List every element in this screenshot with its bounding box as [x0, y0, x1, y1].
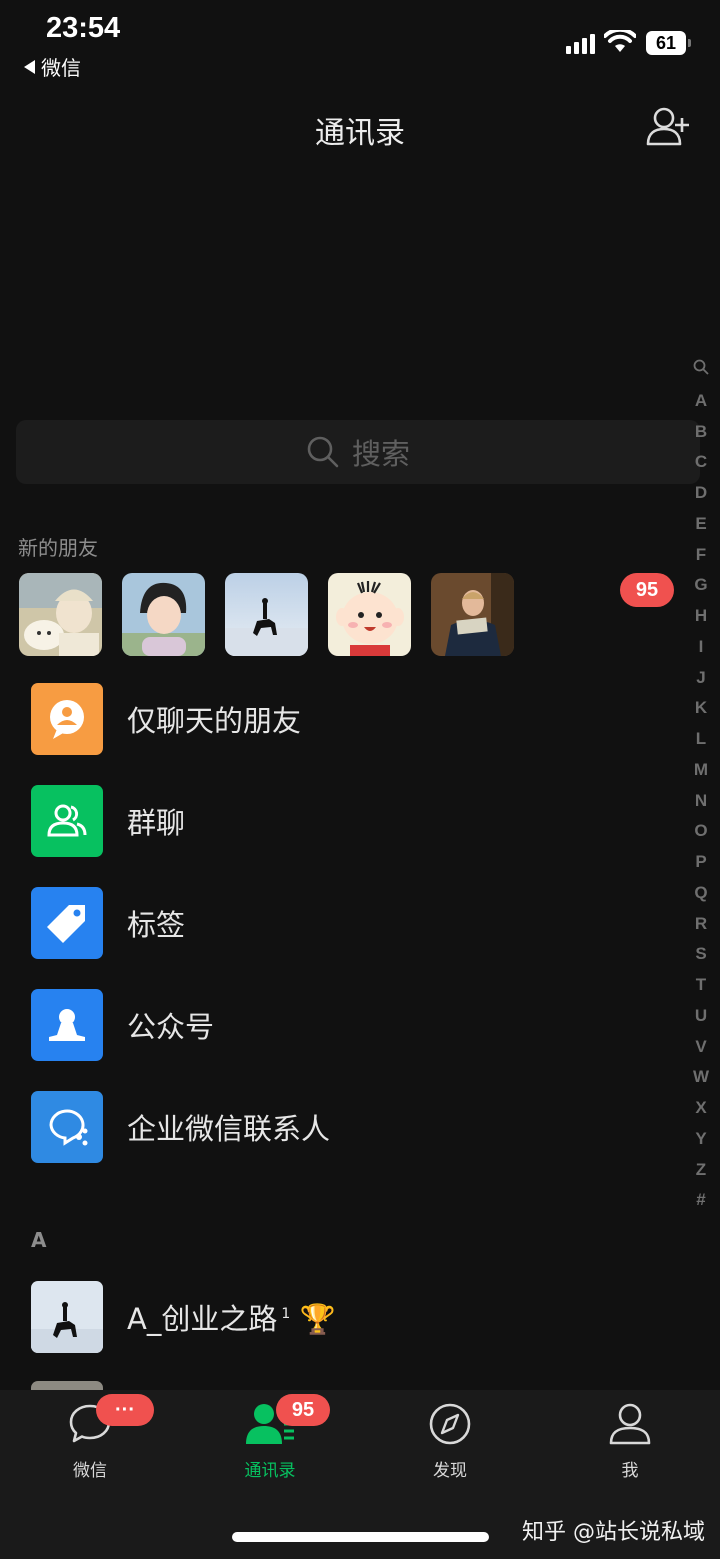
home-indicator[interactable] — [232, 1532, 489, 1542]
avatar — [31, 1281, 103, 1353]
add-friend-icon[interactable] — [644, 104, 692, 150]
tags-item[interactable]: 标签 — [0, 872, 720, 974]
index-letter[interactable]: B — [688, 417, 714, 448]
tab-label: 微信 — [73, 1461, 107, 1481]
back-to-app-button[interactable]: 微信 — [24, 52, 81, 81]
contacts-badge: 95 — [276, 1394, 330, 1426]
person-icon — [609, 1403, 651, 1445]
wecom-contacts-icon — [31, 1091, 103, 1163]
group-chats-item[interactable]: 群聊 — [0, 770, 720, 872]
index-letter[interactable]: I — [688, 632, 714, 663]
menu-label: 企业微信联系人 — [127, 1112, 331, 1146]
search-placeholder: 搜索 — [351, 437, 410, 471]
official-accounts-item[interactable]: 公众号 — [0, 974, 720, 1076]
chats-badge: ··· — [96, 1394, 154, 1426]
menu-label: 群聊 — [127, 806, 186, 840]
battery-indicator: 61 — [646, 31, 691, 55]
menu-label: 标签 — [127, 908, 186, 942]
status-bar: 23:54 微信 61 — [0, 0, 720, 90]
tab-label: 我 — [621, 1461, 639, 1481]
index-letter[interactable]: F — [688, 540, 714, 571]
chat-only-friend-icon — [31, 683, 103, 755]
index-letter[interactable]: D — [688, 478, 714, 509]
index-letter[interactable]: H — [688, 601, 714, 632]
compass-icon — [429, 1403, 471, 1445]
official-account-icon — [31, 989, 103, 1061]
new-friends-badge: 95 — [620, 573, 674, 607]
new-friends-label: 新的朋友 — [18, 536, 98, 560]
tab-discover[interactable]: 发现 — [390, 1402, 510, 1481]
avatar[interactable] — [431, 573, 514, 656]
menu-label: 仅聊天的朋友 — [127, 704, 302, 738]
avatar[interactable] — [122, 573, 205, 656]
index-letter[interactable]: # — [688, 1185, 714, 1216]
wifi-icon — [604, 30, 636, 52]
wecom-contacts-item[interactable]: 企业微信联系人 — [0, 1076, 720, 1178]
page-title: 通讯录 — [315, 116, 405, 151]
avatar[interactable] — [19, 573, 102, 656]
menu-label: 公众号 — [127, 1010, 215, 1044]
group-chat-icon — [31, 785, 103, 857]
contact-sup: 1 — [281, 1306, 291, 1323]
status-time: 23:54 — [46, 12, 121, 44]
index-letter[interactable]: G — [688, 570, 714, 601]
back-triangle-icon — [24, 59, 35, 74]
new-friends-avatars[interactable] — [19, 573, 514, 656]
tab-label: 通讯录 — [244, 1461, 296, 1481]
tab-label: 发现 — [433, 1461, 467, 1481]
index-letter[interactable]: A — [688, 386, 714, 417]
contact-row[interactable]: A_创业之路 1 🏆 — [31, 1281, 336, 1353]
back-app-label: 微信 — [41, 56, 81, 80]
index-search-icon[interactable] — [688, 355, 714, 386]
search-icon — [307, 436, 339, 468]
feature-list: 仅聊天的朋友 群聊 标签 公众号 企业微信联系人 — [0, 668, 720, 1178]
avatar[interactable] — [225, 573, 308, 656]
search-bar[interactable]: 搜索 — [16, 420, 700, 484]
avatar[interactable] — [328, 573, 411, 656]
watermark-text: 知乎 @站长说私域 — [522, 1520, 705, 1545]
cellular-signal-icon — [566, 34, 595, 54]
index-letter[interactable]: E — [688, 509, 714, 540]
tab-me[interactable]: 我 — [570, 1402, 690, 1481]
chat-only-friends-item[interactable]: 仅聊天的朋友 — [0, 668, 720, 770]
section-header: A — [31, 1228, 47, 1252]
contact-name: A_创业之路 1 🏆 — [127, 1302, 336, 1336]
tag-icon — [31, 887, 103, 959]
trophy-icon: 🏆 — [299, 1302, 336, 1336]
index-letter[interactable]: C — [688, 447, 714, 478]
